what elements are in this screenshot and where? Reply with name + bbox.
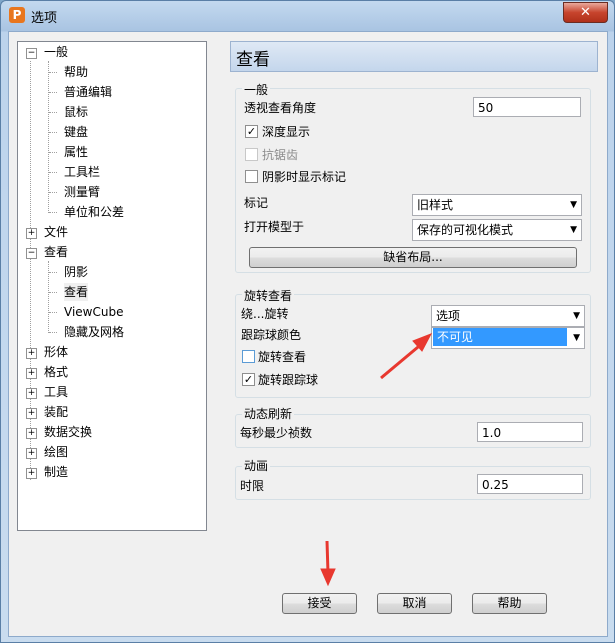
options-dialog: P 选项 ✕ − 一般 帮助 普通编辑 鼠标 键盘 属性 工具栏 测量臂 单位和… — [0, 0, 615, 643]
annotation-arrow-to-dropdown — [380, 333, 433, 380]
annotation-arrows — [320, 333, 433, 587]
annotation-arrow-to-accept — [320, 540, 336, 587]
